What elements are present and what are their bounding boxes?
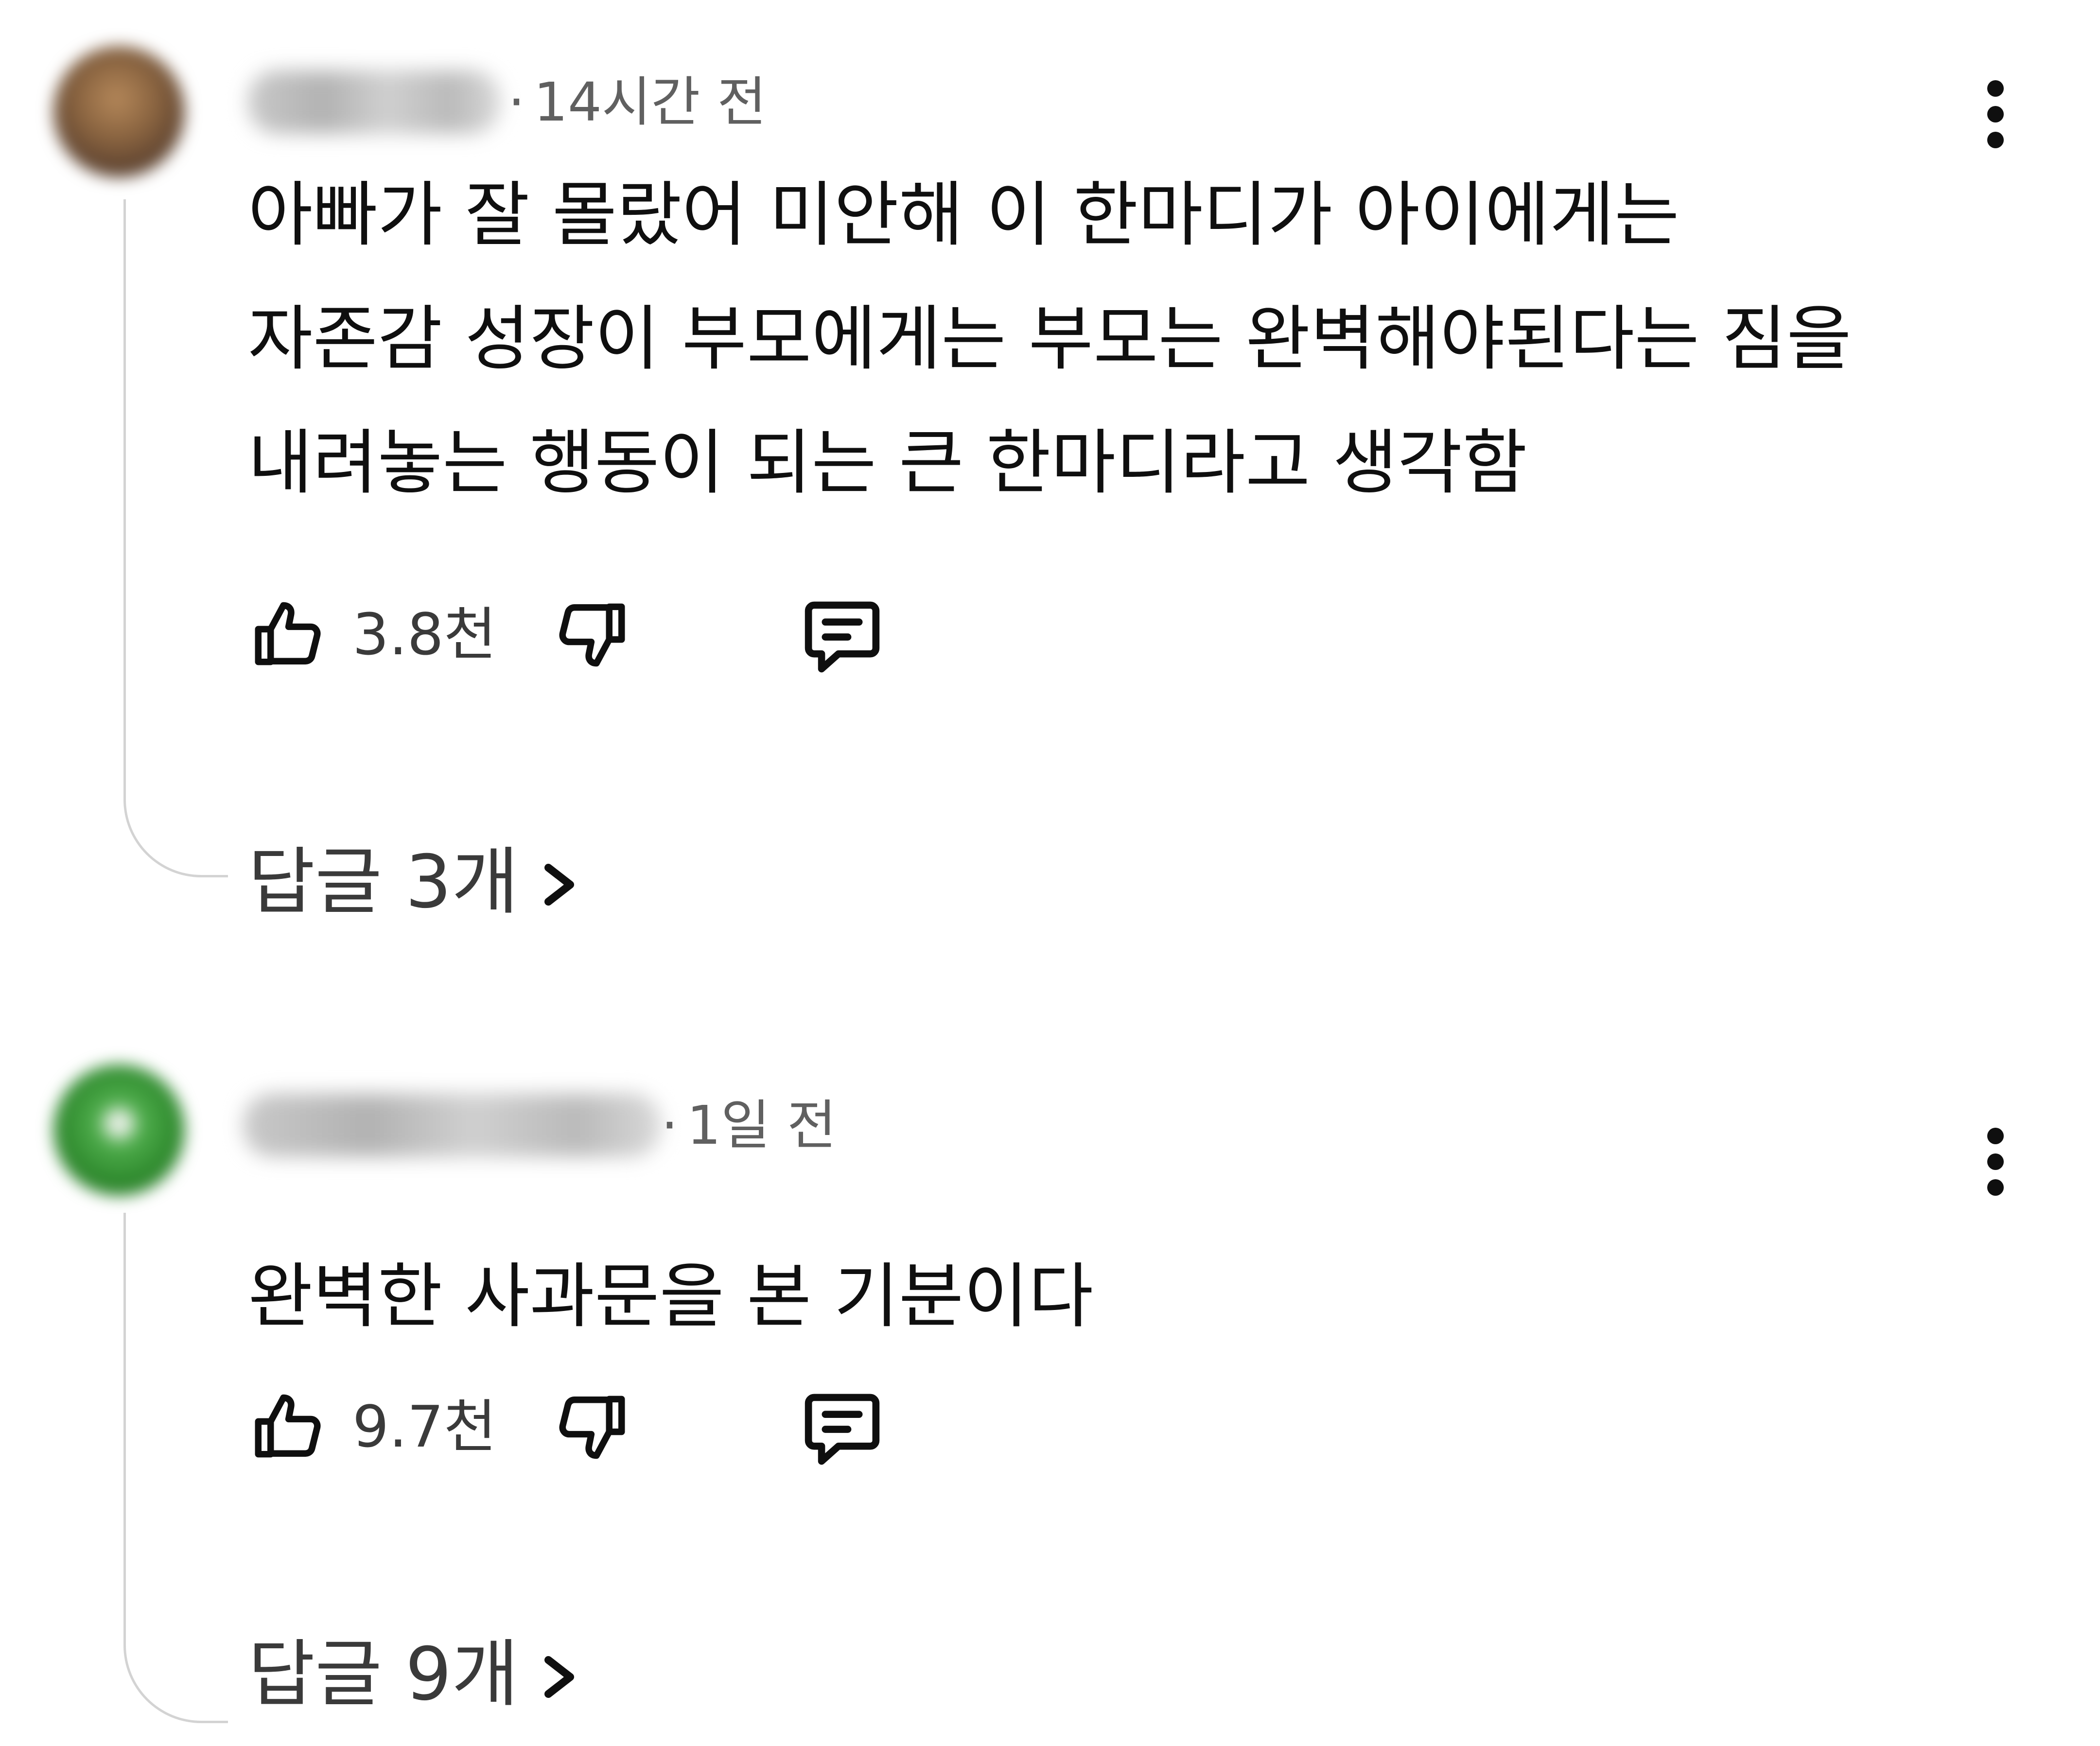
thumb-up-icon: [255, 602, 321, 665]
comment-icon: [805, 601, 880, 673]
chevron-right-icon: [544, 1656, 575, 1698]
view-replies-button[interactable]: 답글 9개: [248, 1628, 590, 1721]
like-button[interactable]: [248, 593, 331, 676]
meta-separator: ·: [661, 1094, 678, 1156]
thumb-up-icon: [255, 1394, 321, 1458]
meta-separator: ·: [508, 71, 525, 133]
thread-connector-line: [123, 1213, 228, 1723]
replies-count-label: 답글 3개: [248, 840, 519, 925]
like-count: 3.8천: [352, 601, 497, 668]
avatar[interactable]: [53, 46, 185, 177]
reply-button[interactable]: [797, 592, 887, 682]
view-replies-button[interactable]: 답글 3개: [248, 836, 590, 928]
thread-connector-line: [123, 199, 228, 877]
more-vert-icon[interactable]: [1974, 75, 2017, 153]
dislike-button[interactable]: [549, 593, 632, 676]
comment: · 1일 전 완벽한 사과문을 본 기분이다 9.7천 답글 9개: [0, 1040, 2100, 1746]
comment-text: 아빠가 잘 몰랐어 미안해 이 한마디가 아이에게는 자존감 성장이 부모에게는…: [248, 174, 1852, 504]
comment-author[interactable]: [243, 1094, 661, 1157]
more-vert-icon[interactable]: [1974, 1123, 2017, 1201]
avatar[interactable]: [53, 1065, 185, 1196]
like-count: 9.7천: [352, 1393, 497, 1460]
reply-button[interactable]: [797, 1384, 887, 1474]
like-button[interactable]: [248, 1385, 331, 1468]
comment-text: 완벽한 사과문을 본 기분이다: [248, 1256, 1094, 1338]
chevron-right-icon: [544, 864, 575, 906]
comment-timestamp[interactable]: 14시간 전: [534, 71, 767, 133]
comment-icon: [805, 1394, 880, 1465]
comment-timestamp[interactable]: 1일 전: [687, 1094, 836, 1156]
thumb-down-icon: [559, 1396, 625, 1459]
comment: · 14시간 전 아빠가 잘 몰랐어 미안해 이 한마디가 아이에게는 자존감 성…: [0, 0, 2100, 925]
comment-meta: · 14시간 전: [508, 70, 767, 134]
comment-author[interactable]: [248, 70, 501, 134]
comment-meta: · 1일 전: [661, 1094, 836, 1157]
dislike-button[interactable]: [549, 1385, 632, 1468]
replies-count-label: 답글 9개: [248, 1632, 519, 1717]
thumb-down-icon: [559, 603, 625, 667]
